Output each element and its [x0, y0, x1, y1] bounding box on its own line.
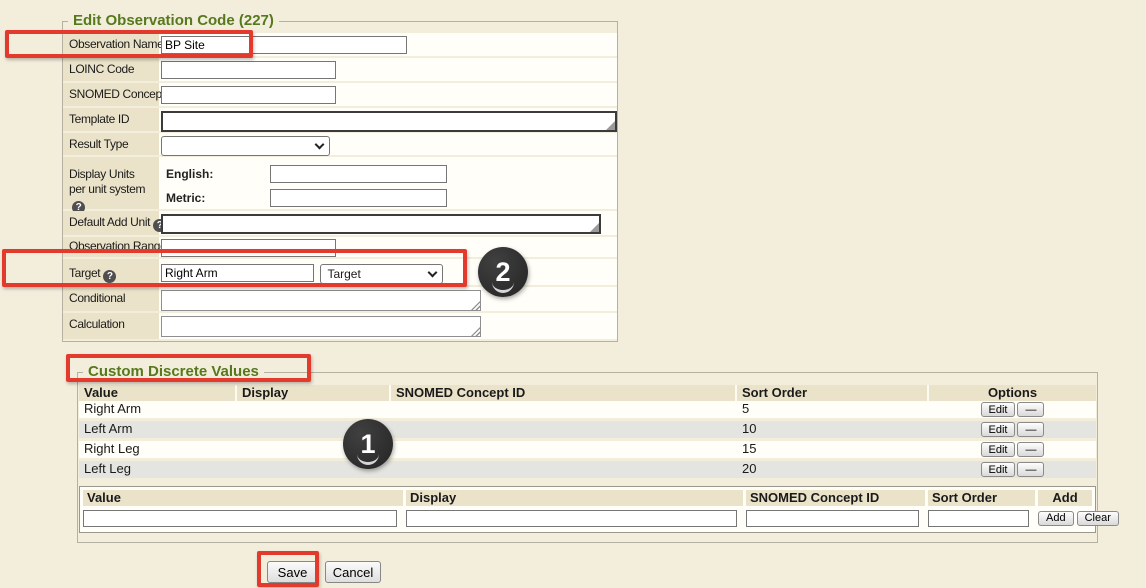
column-header-display: Display: [237, 385, 391, 401]
row-loinc-code: LOINC Code: [63, 58, 617, 83]
add-header-sort-order: Sort Order: [928, 490, 1035, 506]
row-snomed: [391, 421, 737, 438]
row-sort-order: 20: [737, 461, 929, 478]
snomed-concept-id-input[interactable]: [161, 86, 336, 104]
row-display: [237, 401, 391, 418]
default-add-unit-label: Default Add Unit?: [63, 211, 159, 235]
row-observation-name: Observation Name: [63, 33, 617, 58]
remove-button[interactable]: —: [1017, 462, 1044, 477]
edit-button[interactable]: Edit: [981, 422, 1016, 437]
edit-button[interactable]: Edit: [981, 402, 1016, 417]
target-select[interactable]: Target: [320, 264, 443, 284]
edit-button[interactable]: Edit: [981, 442, 1016, 457]
resize-grip-icon[interactable]: [471, 327, 480, 336]
template-id-label: Template ID: [63, 108, 159, 131]
add-header-snomed: SNOMED Concept ID: [746, 490, 925, 506]
resize-grip-icon[interactable]: [606, 121, 615, 130]
add-header-value: Value: [83, 490, 403, 506]
resize-grip-icon[interactable]: [590, 223, 599, 232]
calculation-textarea[interactable]: [161, 316, 481, 337]
discrete-values-header: Value Display SNOMED Concept ID Sort Ord…: [79, 385, 1096, 401]
snomed-concept-id-label: SNOMED Concept ID: [63, 83, 159, 106]
save-button[interactable]: Save: [267, 561, 318, 583]
row-template-id: Template ID: [63, 108, 617, 133]
table-row: Right Leg 15 Edit —: [79, 441, 1096, 461]
row-conditional: Conditional: [63, 287, 617, 313]
metric-units-input[interactable]: [270, 189, 447, 207]
chevron-down-icon: [428, 267, 438, 277]
observation-range-label: Observation Range?: [63, 237, 159, 257]
loinc-code-input[interactable]: [161, 61, 336, 79]
result-type-label: Result Type: [63, 133, 159, 155]
edit-observation-code-panel: Edit Observation Code (227) Observation …: [62, 21, 618, 342]
row-value: Left Arm: [79, 421, 237, 438]
observation-range-input[interactable]: [161, 239, 336, 257]
step-1-badge: 1: [343, 419, 393, 469]
row-sort-order: 5: [737, 401, 929, 418]
observation-name-input[interactable]: [161, 36, 407, 54]
resize-grip-icon[interactable]: [471, 301, 480, 310]
page: Edit Observation Code (227) Observation …: [0, 0, 1146, 588]
conditional-label: Conditional: [63, 287, 159, 311]
add-snomed-input[interactable]: [746, 510, 919, 527]
observation-name-label: Observation Name: [63, 33, 159, 56]
remove-button[interactable]: —: [1017, 402, 1044, 417]
row-default-add-unit: Default Add Unit?: [63, 211, 617, 237]
column-header-sort-order: Sort Order: [737, 385, 929, 401]
result-type-select[interactable]: [161, 136, 330, 156]
template-id-textarea[interactable]: [161, 111, 617, 132]
default-add-unit-textarea[interactable]: [161, 214, 601, 234]
add-value-box: Value Display SNOMED Concept ID Sort Ord…: [79, 486, 1096, 533]
row-snomed: [391, 441, 737, 458]
add-row-inputs: Add Clear: [83, 509, 1092, 527]
row-calculation: Calculation: [63, 313, 617, 339]
cancel-button[interactable]: Cancel: [325, 561, 381, 583]
calculation-label: Calculation: [63, 313, 159, 339]
row-snomed: [391, 461, 737, 478]
add-header-add: Add: [1038, 490, 1092, 506]
remove-button[interactable]: —: [1017, 422, 1044, 437]
english-units-input[interactable]: [270, 165, 447, 183]
remove-button[interactable]: —: [1017, 442, 1044, 457]
clear-button[interactable]: Clear: [1077, 511, 1119, 526]
edit-button[interactable]: Edit: [981, 462, 1016, 477]
custom-discrete-values-panel: Custom Discrete Values Value Display SNO…: [77, 372, 1098, 543]
row-value: Left Leg: [79, 461, 237, 478]
add-sort-order-input[interactable]: [928, 510, 1029, 527]
row-observation-range: Observation Range?: [63, 237, 617, 259]
add-value-input[interactable]: [83, 510, 397, 527]
step-2-badge: 2: [478, 247, 528, 297]
target-select-value: Target: [327, 267, 360, 281]
column-header-value: Value: [79, 385, 237, 401]
row-display-units: Display Units per unit system? English: …: [63, 157, 617, 211]
table-row: Left Arm 10 Edit —: [79, 421, 1096, 441]
loinc-code-label: LOINC Code: [63, 58, 159, 81]
row-value: Right Leg: [79, 441, 237, 458]
table-row: Right Arm 5 Edit —: [79, 401, 1096, 421]
metric-units-label: Metric:: [166, 191, 266, 205]
row-sort-order: 10: [737, 421, 929, 438]
row-sort-order: 15: [737, 441, 929, 458]
chevron-down-icon: [315, 139, 325, 149]
row-snomed: [391, 401, 737, 418]
add-button[interactable]: Add: [1038, 511, 1074, 526]
table-row: Left Leg 20 Edit —: [79, 461, 1096, 481]
add-row-header: Value Display SNOMED Concept ID Sort Ord…: [83, 490, 1092, 506]
column-header-options: Options: [929, 385, 1096, 401]
help-icon[interactable]: ?: [103, 270, 116, 283]
conditional-textarea[interactable]: [161, 290, 481, 311]
row-snomed-concept-id: SNOMED Concept ID: [63, 83, 617, 108]
add-header-display: Display: [406, 490, 743, 506]
target-input[interactable]: [161, 264, 314, 282]
row-target: Target? Target: [63, 259, 617, 287]
row-value: Right Arm: [79, 401, 237, 418]
display-units-label: Display Units per unit system?: [63, 157, 159, 209]
column-header-snomed: SNOMED Concept ID: [391, 385, 737, 401]
row-result-type: Result Type: [63, 133, 617, 157]
add-display-input[interactable]: [406, 510, 737, 527]
english-units-label: English:: [166, 167, 266, 181]
section-title: Custom Discrete Values: [83, 363, 264, 380]
panel-title: Edit Observation Code (227): [68, 12, 279, 29]
target-label: Target?: [63, 259, 159, 285]
